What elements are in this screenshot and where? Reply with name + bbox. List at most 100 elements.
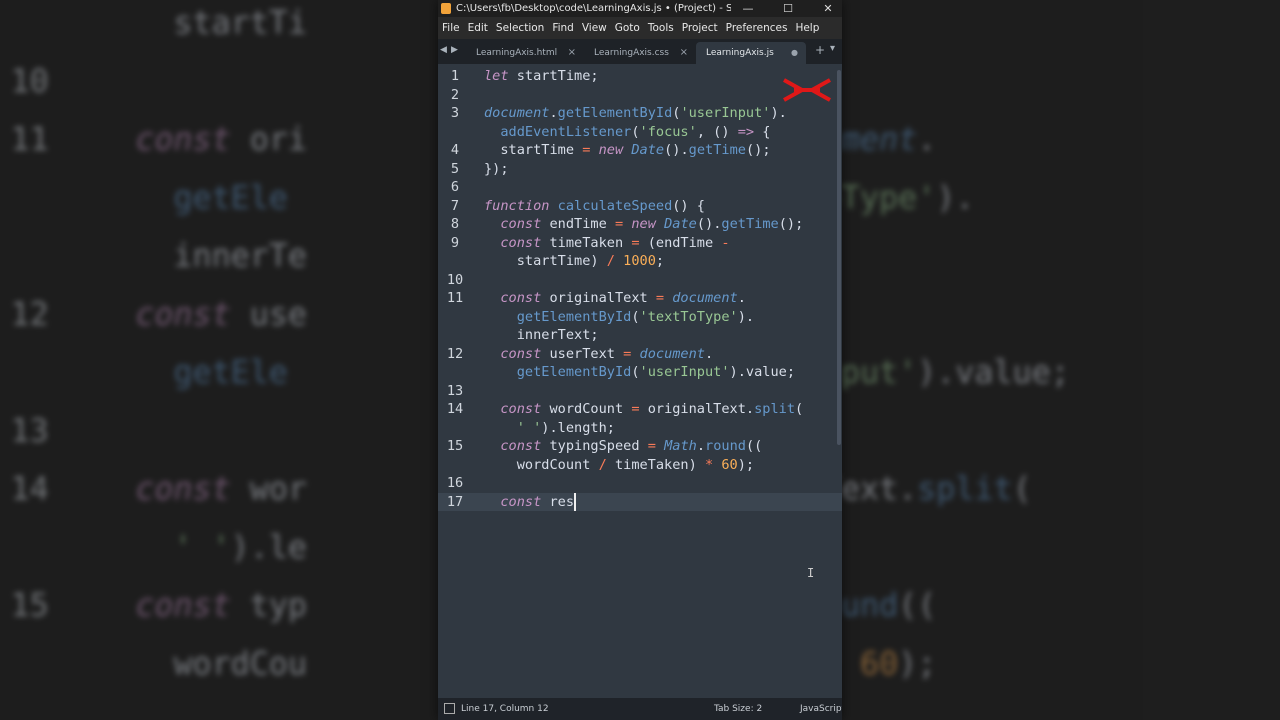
code-token: getElementById: [484, 364, 632, 380]
code-line[interactable]: 6: [438, 178, 842, 196]
code-token: const: [484, 493, 542, 510]
code-token: function: [484, 197, 550, 214]
code-line[interactable]: 10: [438, 271, 842, 289]
line-code: const endTime = new Date().getTime();: [484, 215, 803, 233]
code-line[interactable]: innerText;: [438, 326, 842, 344]
code-token: ).: [770, 105, 787, 121]
line-code: const typingSpeed = Math.round((: [484, 437, 762, 455]
code-token: (endTime: [639, 234, 722, 251]
menu-preferences[interactable]: Preferences: [722, 22, 792, 34]
code-token: originalText.: [639, 401, 755, 417]
menu-find[interactable]: Find: [548, 22, 578, 34]
code-line[interactable]: getElementById('textToType').: [438, 308, 842, 326]
menu-edit[interactable]: Edit: [464, 22, 492, 34]
code-token: Math: [664, 438, 697, 454]
minimize-button[interactable]: —: [728, 0, 768, 17]
menu-help[interactable]: Help: [791, 22, 823, 34]
code-token: 'userInput': [680, 105, 771, 121]
line-number: 15: [446, 438, 464, 454]
code-token: , (): [696, 123, 738, 140]
line-code: const timeTaken = (endTime -: [484, 234, 730, 252]
line-code: wordCount / timeTaken) * 60);: [484, 456, 754, 474]
code-token: Date: [631, 142, 665, 158]
menu-tools[interactable]: Tools: [644, 22, 678, 34]
code-line[interactable]: 9 const timeTaken = (endTime -: [438, 234, 842, 252]
code-token: =: [655, 290, 665, 306]
line-code: ' ').length;: [484, 419, 615, 437]
menu-file[interactable]: File: [438, 22, 464, 34]
code-line[interactable]: startTime) / 1000;: [438, 252, 842, 270]
code-line[interactable]: ' ').length;: [438, 419, 842, 437]
code-token: addEventListener: [484, 123, 632, 140]
menu-selection[interactable]: Selection: [492, 22, 548, 34]
code-token: -: [721, 234, 730, 251]
tab-size[interactable]: Tab Size: 2: [714, 704, 762, 714]
code-token: startTime: [484, 142, 583, 158]
cursor-position[interactable]: Line 17, Column 12: [461, 704, 549, 714]
close-button[interactable]: ✕: [808, 0, 842, 17]
code-token: =: [631, 401, 640, 417]
code-token: const: [484, 401, 542, 417]
line-number: 8: [450, 216, 460, 232]
code-token: ().: [664, 142, 689, 158]
tab-learningaxis-js[interactable]: LearningAxis.js ●: [696, 42, 806, 64]
code-line[interactable]: 5});: [438, 160, 842, 178]
code-line[interactable]: 4 startTime = new Date().getTime();: [438, 141, 842, 159]
tab-dirty-icon[interactable]: ●: [791, 48, 798, 57]
text-caret: [574, 492, 577, 511]
code-line[interactable]: 14 const wordCount = originalText.split(: [438, 400, 842, 418]
code-line[interactable]: 12 const userText = document.: [438, 345, 842, 363]
menu-project[interactable]: Project: [678, 22, 722, 34]
tab-close-icon[interactable]: ×: [680, 47, 688, 58]
new-tab-icon[interactable]: +: [815, 43, 825, 57]
code-line[interactable]: 16: [438, 474, 842, 492]
tab-list-icon[interactable]: ▾: [830, 43, 835, 54]
line-number: 12: [446, 345, 464, 362]
code-token: res: [541, 493, 575, 510]
code-line[interactable]: getElementById('userInput').value;: [438, 363, 842, 381]
code-line[interactable]: 11 const originalText = document.: [438, 289, 842, 307]
line-code: const wordCount = originalText.split(: [484, 400, 803, 418]
menu-goto[interactable]: Goto: [611, 22, 644, 34]
code-token: document: [639, 345, 705, 362]
scrollbar[interactable]: [837, 70, 841, 445]
code-token: *: [704, 456, 714, 473]
maximize-button[interactable]: ☐: [768, 0, 808, 17]
code-token: 1000: [623, 253, 656, 269]
panel-toggle-icon[interactable]: [444, 703, 455, 714]
code-token: =: [614, 216, 624, 232]
line-code: startTime) / 1000;: [484, 252, 664, 270]
line-number: 4: [450, 142, 460, 158]
line-number: 1: [450, 68, 460, 84]
code-token: endTime: [541, 216, 615, 232]
tab-learningaxis-html[interactable]: LearningAxis.html ×: [440, 42, 584, 64]
code-token: .: [705, 345, 714, 362]
code-token: split: [754, 401, 796, 417]
code-line[interactable]: 17 const res: [438, 492, 842, 511]
code-token: 60: [721, 456, 738, 473]
line-code: });: [484, 160, 509, 178]
menu-view[interactable]: View: [578, 22, 611, 34]
tab-close-icon[interactable]: ×: [568, 47, 576, 58]
code-token: ();: [745, 142, 771, 158]
code-token: timeTaken: [541, 234, 632, 251]
tab-learningaxis-css[interactable]: LearningAxis.css ×: [584, 42, 696, 64]
line-number: 7: [450, 197, 460, 214]
code-token: const: [484, 290, 542, 306]
code-line[interactable]: 8 const endTime = new Date().getTime();: [438, 215, 842, 233]
code-token: const: [484, 234, 542, 251]
code-line[interactable]: wordCount / timeTaken) * 60);: [438, 456, 842, 474]
code-line[interactable]: addEventListener('focus', () => {: [438, 123, 842, 141]
window-title: C:\Users\fb\Desktop\code\LearningAxis.js…: [456, 3, 731, 14]
code-editor[interactable]: 1 let startTime; 2 3 document.getElementById…: [438, 64, 842, 698]
syntax-mode[interactable]: JavaScript: [800, 704, 842, 714]
channel-logo-icon: [783, 78, 831, 102]
code-line[interactable]: 3 document.getElementById('userInput').: [438, 104, 842, 122]
code-line[interactable]: 7 function calculateSpeed() {: [438, 197, 842, 215]
code-token: ;: [590, 68, 599, 84]
line-number: 2: [450, 86, 460, 103]
code-line[interactable]: 15 const typingSpeed = Math.round((: [438, 437, 842, 455]
tab-label: LearningAxis.html: [476, 48, 558, 58]
code-line[interactable]: 13: [438, 382, 842, 400]
